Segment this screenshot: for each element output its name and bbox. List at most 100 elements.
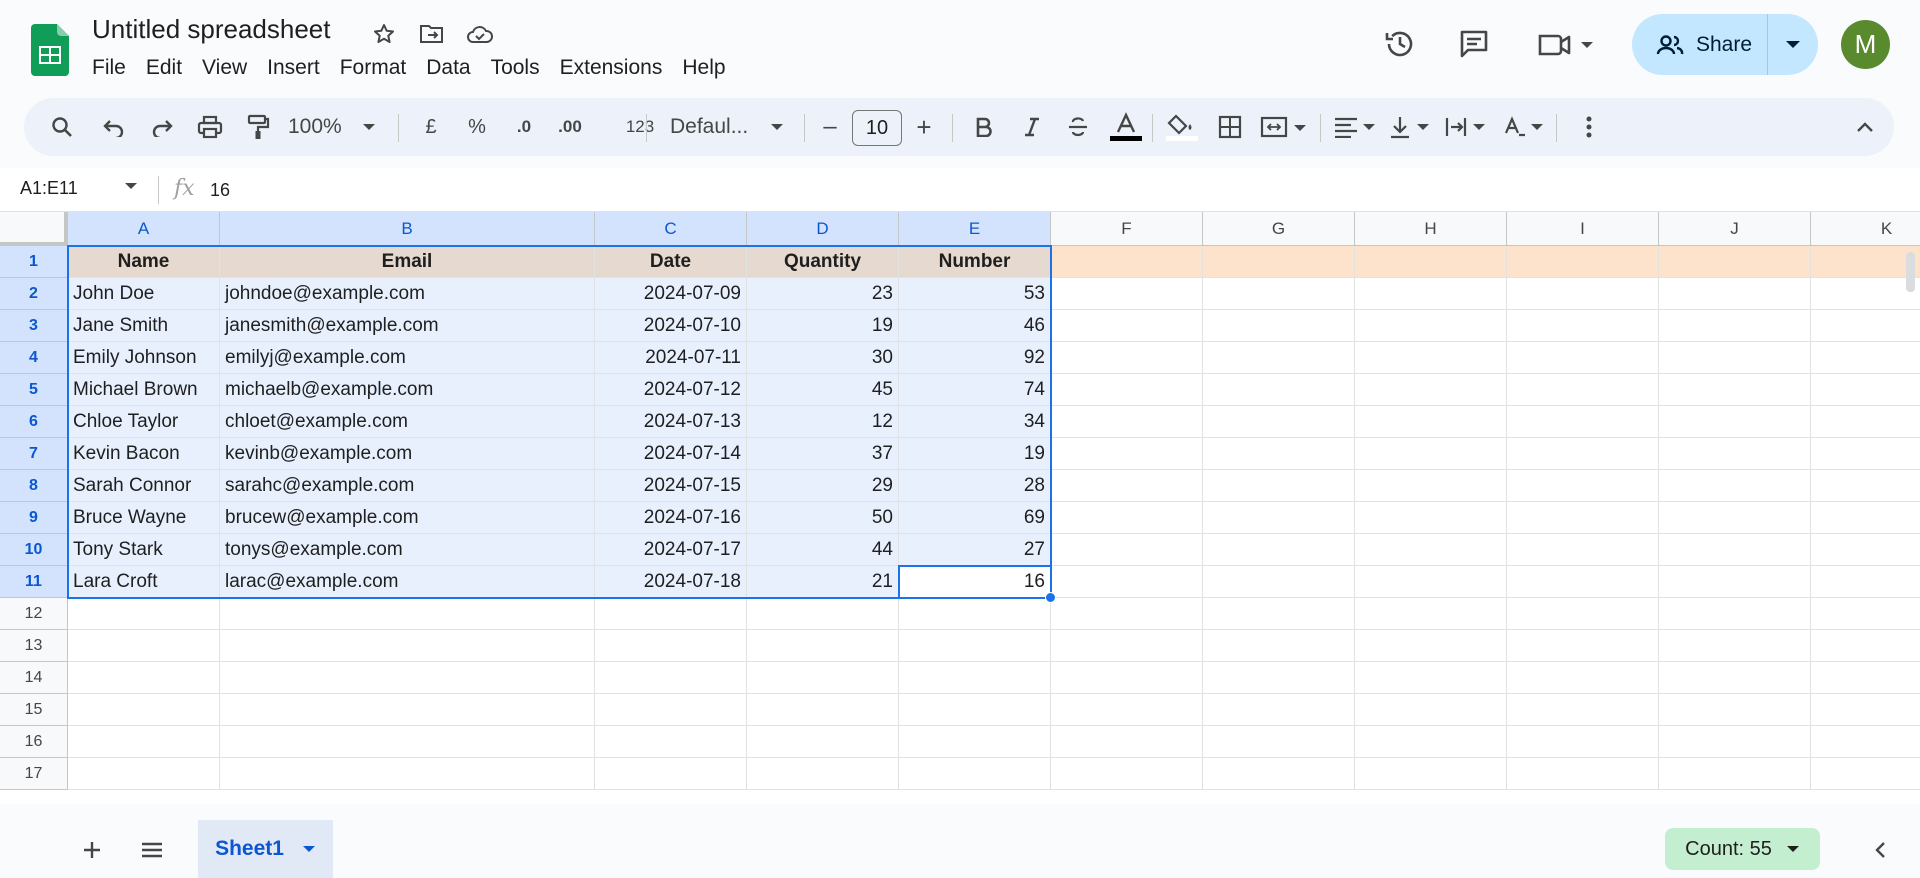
increase-font-size-button[interactable]: + [910, 98, 938, 156]
cell-k2[interactable] [1811, 278, 1920, 310]
cell-a6[interactable]: Chloe Taylor [68, 406, 220, 438]
cell-f14[interactable] [1051, 662, 1203, 694]
cell-f7[interactable] [1051, 438, 1203, 470]
cell-b17[interactable] [220, 758, 595, 790]
cell-c1[interactable]: Date [595, 246, 747, 278]
cell-g16[interactable] [1203, 726, 1355, 758]
font-select[interactable]: Defaul... [670, 98, 808, 156]
cell-g14[interactable] [1203, 662, 1355, 694]
cell-g3[interactable] [1203, 310, 1355, 342]
cell-j2[interactable] [1659, 278, 1811, 310]
cell-c10[interactable]: 2024-07-17 [595, 534, 747, 566]
menu-tools[interactable]: Tools [491, 54, 548, 82]
cell-j8[interactable] [1659, 470, 1811, 502]
strikethrough-icon[interactable] [1060, 98, 1096, 156]
cell-e1[interactable]: Number [899, 246, 1051, 278]
cell-c6[interactable]: 2024-07-13 [595, 406, 747, 438]
cell-k13[interactable] [1811, 630, 1920, 662]
cell-c3[interactable]: 2024-07-10 [595, 310, 747, 342]
cell-e3[interactable]: 46 [899, 310, 1051, 342]
cell-d13[interactable] [747, 630, 899, 662]
cell-k11[interactable] [1811, 566, 1920, 598]
increase-decimal-button[interactable]: .00 [550, 98, 590, 156]
cell-a3[interactable]: Jane Smith [68, 310, 220, 342]
sheet-tab-sheet1[interactable]: Sheet1 [198, 820, 333, 878]
cell-a11[interactable]: Lara Croft [68, 566, 220, 598]
hide-menus-chevron-up-icon[interactable] [1850, 98, 1880, 156]
cell-d2[interactable]: 23 [747, 278, 899, 310]
cell-k3[interactable] [1811, 310, 1920, 342]
cell-c7[interactable]: 2024-07-14 [595, 438, 747, 470]
cell-d14[interactable] [747, 662, 899, 694]
cell-j1[interactable] [1659, 246, 1811, 278]
cell-c2[interactable]: 2024-07-09 [595, 278, 747, 310]
row-header-2[interactable]: 2 [0, 278, 68, 310]
cell-e5[interactable]: 74 [899, 374, 1051, 406]
cell-a15[interactable] [68, 694, 220, 726]
cell-j13[interactable] [1659, 630, 1811, 662]
cell-k17[interactable] [1811, 758, 1920, 790]
cell-e8[interactable]: 28 [899, 470, 1051, 502]
column-header-c[interactable]: C [595, 212, 747, 246]
vertical-scrollbar[interactable] [1906, 252, 1915, 292]
horizontal-align-icon[interactable] [1330, 98, 1380, 156]
cell-e9[interactable]: 69 [899, 502, 1051, 534]
format-percent-button[interactable]: % [462, 98, 492, 156]
cell-d11[interactable]: 21 [747, 566, 899, 598]
cell-f10[interactable] [1051, 534, 1203, 566]
share-main-button[interactable]: Share [1632, 14, 1768, 75]
italic-icon[interactable] [1014, 98, 1050, 156]
column-header-d[interactable]: D [747, 212, 899, 246]
cell-a17[interactable] [68, 758, 220, 790]
cell-g5[interactable] [1203, 374, 1355, 406]
fill-handle[interactable] [1045, 592, 1056, 603]
cell-j11[interactable] [1659, 566, 1811, 598]
chevron-down-icon[interactable] [302, 845, 316, 853]
cell-h13[interactable] [1355, 630, 1507, 662]
cell-b15[interactable] [220, 694, 595, 726]
cell-a2[interactable]: John Doe [68, 278, 220, 310]
text-rotation-icon[interactable] [1500, 98, 1550, 156]
cell-i3[interactable] [1507, 310, 1659, 342]
cell-h4[interactable] [1355, 342, 1507, 374]
spreadsheet-grid[interactable]: ABCDEFGHIJK 1 2 3 4 5 6 7 8 9 10 11 12 13 14 15 16 17 Na… [0, 212, 1920, 804]
menu-extensions[interactable]: Extensions [560, 54, 671, 82]
cell-f8[interactable] [1051, 470, 1203, 502]
cell-b6[interactable]: chloet@example.com [220, 406, 595, 438]
cell-h7[interactable] [1355, 438, 1507, 470]
column-header-e[interactable]: E [899, 212, 1051, 246]
format-currency-button[interactable]: £ [416, 98, 446, 156]
text-color-icon[interactable] [1104, 98, 1148, 156]
cell-b5[interactable]: michaelb@example.com [220, 374, 595, 406]
cell-f17[interactable] [1051, 758, 1203, 790]
cell-k15[interactable] [1811, 694, 1920, 726]
cell-f15[interactable] [1051, 694, 1203, 726]
cell-b14[interactable] [220, 662, 595, 694]
cell-b1[interactable]: Email [220, 246, 595, 278]
side-panel-chevron-left-icon[interactable] [1866, 836, 1894, 864]
cell-i13[interactable] [1507, 630, 1659, 662]
name-box-chevron-down-icon[interactable] [124, 182, 138, 190]
row-header-11[interactable]: 11 [0, 566, 68, 598]
cell-c9[interactable]: 2024-07-16 [595, 502, 747, 534]
cell-g4[interactable] [1203, 342, 1355, 374]
comments-icon[interactable] [1456, 26, 1492, 62]
column-header-j[interactable]: J [1659, 212, 1811, 246]
cell-i5[interactable] [1507, 374, 1659, 406]
cell-e4[interactable]: 92 [899, 342, 1051, 374]
formula-input[interactable]: 16 [210, 180, 230, 201]
cell-d8[interactable]: 29 [747, 470, 899, 502]
cell-f5[interactable] [1051, 374, 1203, 406]
cell-h15[interactable] [1355, 694, 1507, 726]
cell-d6[interactable]: 12 [747, 406, 899, 438]
cell-c16[interactable] [595, 726, 747, 758]
row-header-12[interactable]: 12 [0, 598, 68, 630]
share-button[interactable]: Share [1632, 14, 1818, 75]
cell-h2[interactable] [1355, 278, 1507, 310]
more-formats-button[interactable]: 123 [600, 98, 680, 156]
add-sheet-plus-icon[interactable] [78, 836, 106, 864]
decrease-font-size-button[interactable]: – [816, 98, 844, 156]
cell-f2[interactable] [1051, 278, 1203, 310]
cell-j16[interactable] [1659, 726, 1811, 758]
cell-k4[interactable] [1811, 342, 1920, 374]
